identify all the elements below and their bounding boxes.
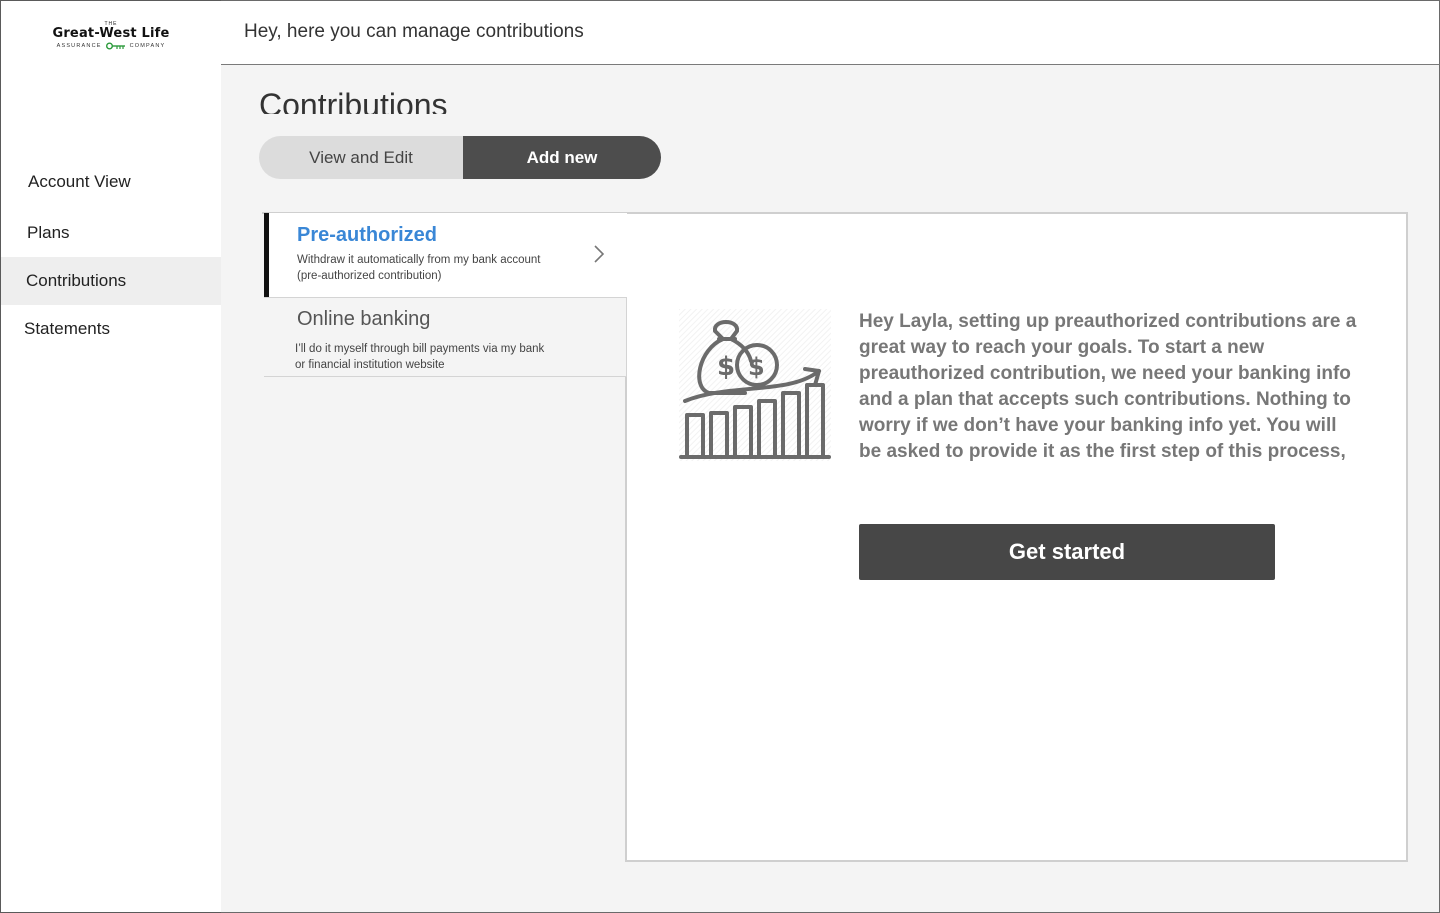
option-title: Online banking <box>297 308 431 330</box>
sidebar-item-plans[interactable]: Plans <box>1 209 221 257</box>
toggle-add-new[interactable]: Add new <box>463 136 661 179</box>
sidebar-item-label: Contributions <box>26 271 127 290</box>
option-description: Withdraw it automatically from my bank a… <box>297 254 541 282</box>
svg-text:$: $ <box>748 353 765 381</box>
app-window: THE Great-West Life ASSURANCE COMPANY Ac… <box>0 0 1440 913</box>
sidebar-item-statements[interactable]: Statements <box>1 305 221 353</box>
option-online-banking[interactable]: Online banking I’ll do it myself through… <box>264 297 627 377</box>
option-description: I’ll do it myself through bill payments … <box>295 343 545 371</box>
option-title: Pre-authorized <box>297 224 438 246</box>
sidebar-item-account-view[interactable]: Account View <box>1 158 221 206</box>
logo-subline: ASSURANCE COMPANY <box>35 41 187 51</box>
header-bar: Hey, here you can manage contributions <box>221 0 1440 65</box>
sidebar: THE Great-West Life ASSURANCE COMPANY Ac… <box>0 0 222 913</box>
money-bag-growth-chart-icon: $ $ <box>679 309 831 461</box>
logo-sub-right: COMPANY <box>129 43 166 49</box>
info-message: Hey Layla, setting up preauthorized cont… <box>859 311 1357 462</box>
header-greeting: Hey, here you can manage contributions <box>244 21 584 42</box>
get-started-button[interactable]: Get started <box>859 524 1275 580</box>
toggle-view-and-edit[interactable]: View and Edit <box>259 136 463 179</box>
main-content: Contributions View and Edit Add new Pre-… <box>221 65 1440 913</box>
key-icon <box>105 42 125 50</box>
sidebar-item-label: Account View <box>28 172 131 191</box>
sidebar-item-label: Statements <box>24 319 110 338</box>
company-logo[interactable]: THE Great-West Life ASSURANCE COMPANY <box>35 21 187 51</box>
sidebar-item-contributions[interactable]: Contributions <box>1 257 221 305</box>
logo-sub-left: ASSURANCE <box>56 43 102 49</box>
logo-brand-name: Great-West Life <box>52 26 170 41</box>
option-pre-authorized[interactable]: Pre-authorized Withdraw it automatically… <box>264 213 627 298</box>
sidebar-item-label: Plans <box>27 223 70 242</box>
page-title-container: Contributions <box>259 87 559 114</box>
svg-text:$: $ <box>717 352 735 382</box>
view-toggle: View and Edit Add new <box>259 136 661 179</box>
chevron-right-icon <box>594 245 605 263</box>
page-title: Contributions <box>259 87 448 114</box>
